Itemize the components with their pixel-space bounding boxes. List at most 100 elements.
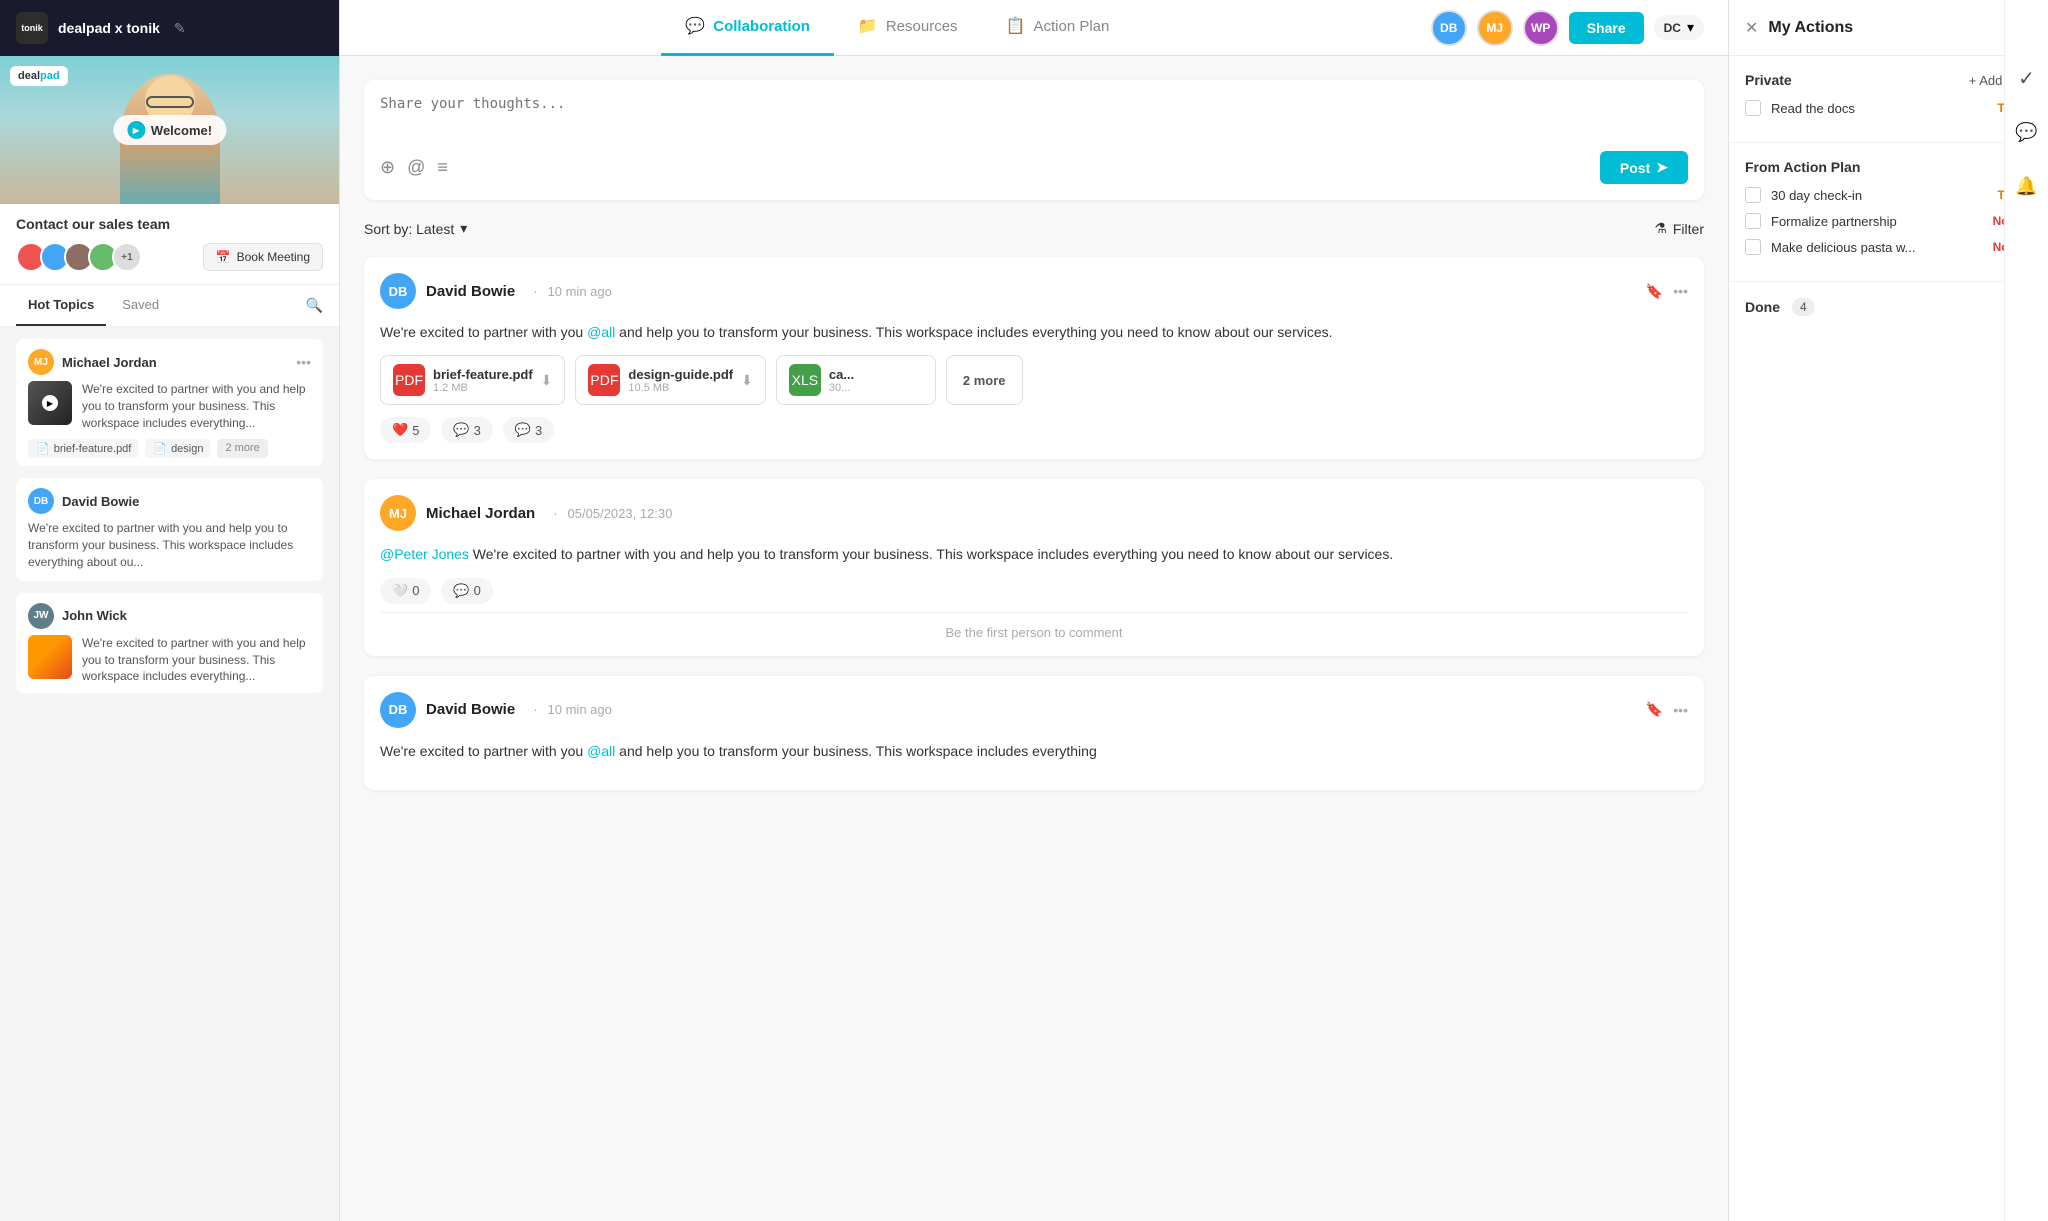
download-icon[interactable]: ⬇ <box>541 372 553 389</box>
list-icon[interactable]: ≡ <box>437 157 448 178</box>
avatar: DB <box>380 273 416 309</box>
post-time: 05/05/2023, 12:30 <box>568 506 673 521</box>
att-size: 10.5 MB <box>628 382 733 394</box>
side-icons-bar: ✓ 💬 🔔 <box>2004 0 2048 1221</box>
done-title: Done <box>1745 299 1780 315</box>
post-thumbnail <box>28 635 72 679</box>
avatar: JW <box>28 603 54 629</box>
play-icon[interactable]: ▶ <box>127 121 145 139</box>
app-title: dealpad x tonik <box>58 20 160 36</box>
att-name: brief-feature.pdf <box>433 367 533 382</box>
chat-icon[interactable]: 💬 <box>2009 114 2045 150</box>
sort-button[interactable]: Sort by: Latest ▾ <box>364 220 467 237</box>
action-label: Read the docs <box>1771 101 1988 116</box>
done-section[interactable]: Done 4 ▾ <box>1729 281 2048 332</box>
compose-box: ⊕ @ ≡ Post ➤ <box>364 80 1704 200</box>
edit-icon[interactable]: ✎ <box>174 20 186 37</box>
more-attachments[interactable]: 2 more <box>946 355 1023 405</box>
sidebar-posts-list: MJ Michael Jordan ••• ▶ We're excited to… <box>0 327 339 1221</box>
att-size: 1.2 MB <box>433 382 533 394</box>
pdf-icon: PDF <box>588 364 620 396</box>
list-item[interactable]: MJ Michael Jordan ••• ▶ We're excited to… <box>16 339 323 466</box>
post-button[interactable]: Post ➤ <box>1600 151 1688 184</box>
action-checkbox[interactable] <box>1745 239 1761 255</box>
post-menu-icon[interactable]: ••• <box>296 354 311 370</box>
att-name: design-guide.pdf <box>628 367 733 382</box>
filter-button[interactable]: ⚗ Filter <box>1654 220 1704 237</box>
post-time: 10 min ago <box>548 284 612 299</box>
file-icon: XLS <box>789 364 821 396</box>
tab-resources[interactable]: 📁 Resources <box>834 0 982 56</box>
private-section: Private + Add New Read the docs Today <box>1729 56 2048 143</box>
search-icon[interactable]: 🔍 <box>306 297 323 314</box>
list-item[interactable]: DB David Bowie We're excited to partner … <box>16 478 323 580</box>
post-body: We're excited to partner with you @all a… <box>380 740 1688 762</box>
header-avatar-1: DB <box>1431 10 1467 46</box>
reaction-heart[interactable]: 🤍 0 <box>380 578 431 604</box>
more-options-icon[interactable]: ••• <box>1673 702 1688 718</box>
list-item[interactable]: JW John Wick We're excited to partner wi… <box>16 593 323 693</box>
bookmark-icon[interactable]: 🔖 <box>1646 701 1663 718</box>
attachment-item[interactable]: XLS ca... 30... <box>776 355 936 405</box>
share-button[interactable]: Share <box>1569 12 1644 44</box>
left-sidebar: tonik dealpad x tonik ✎ dealpad ▶ Welcom… <box>0 0 340 1221</box>
calendar-icon: 📅 <box>216 250 231 264</box>
dealpad-logo: dealpad <box>10 66 68 86</box>
check-circle-icon[interactable]: ✓ <box>2009 60 2045 96</box>
avatar-plus: +1 <box>112 242 142 272</box>
action-label: Make delicious pasta w... <box>1771 240 1983 255</box>
collaboration-area: ⊕ @ ≡ Post ➤ Sort by: Latest ▾ ⚗ Filter <box>340 56 1728 1221</box>
bookmark-icon[interactable]: 🔖 <box>1646 283 1663 300</box>
mention-icon[interactable]: @ <box>407 157 425 178</box>
post-card: DB David Bowie · 10 min ago 🔖 ••• We're … <box>364 676 1704 790</box>
action-checkbox[interactable] <box>1745 213 1761 229</box>
header-right: DB MJ WP Share DC ▾ <box>1431 10 1704 46</box>
tab-hot-topics[interactable]: Hot Topics <box>16 285 106 326</box>
action-item: Make delicious pasta w... Nov 23 <box>1745 239 2032 255</box>
action-checkbox[interactable] <box>1745 100 1761 116</box>
reaction-view[interactable]: 💬 3 <box>503 417 554 443</box>
action-label: 30 day check-in <box>1771 188 1988 203</box>
post-author: Michael Jordan <box>426 505 535 522</box>
compose-input[interactable] <box>380 96 1688 136</box>
first-comment: Be the first person to comment <box>380 612 1688 640</box>
post-time: 10 min ago <box>548 702 612 717</box>
file-badge: 📄design <box>145 439 211 458</box>
plus-icon[interactable]: ⊕ <box>380 157 395 178</box>
attachment-item[interactable]: PDF design-guide.pdf 10.5 MB ⬇ <box>575 355 765 405</box>
done-count: 4 <box>1792 298 1815 316</box>
bell-icon[interactable]: 🔔 <box>2009 168 2045 204</box>
header-avatar-2: MJ <box>1477 10 1513 46</box>
panel-header: ✕ My Actions <box>1729 0 2048 56</box>
reaction-comment[interactable]: 💬 3 <box>441 417 492 443</box>
hero-banner: dealpad ▶ Welcome! <box>0 56 339 204</box>
post-author: John Wick <box>62 608 127 623</box>
att-size: 30... <box>829 382 923 394</box>
right-panel: ✕ My Actions Private + Add New Read the … <box>1728 0 2048 1221</box>
close-panel-button[interactable]: ✕ <box>1745 18 1758 38</box>
sort-chevron-icon: ▾ <box>460 220 467 237</box>
action-plan-icon: 📋 <box>1006 16 1026 36</box>
avatar: MJ <box>28 349 54 375</box>
attachment-item[interactable]: PDF brief-feature.pdf 1.2 MB ⬇ <box>380 355 565 405</box>
main-header: 💬 Collaboration 📁 Resources 📋 Action Pla… <box>340 0 1728 56</box>
more-options-icon[interactable]: ••• <box>1673 283 1688 299</box>
sidebar-tabs: Hot Topics Saved 🔍 <box>0 285 339 327</box>
app-topbar: tonik dealpad x tonik ✎ <box>0 0 339 56</box>
contact-section: Contact our sales team +1 📅 Book Meeting <box>0 204 339 285</box>
post-separator: · <box>553 506 557 521</box>
pdf-icon: PDF <box>393 364 425 396</box>
header-avatar-3: WP <box>1523 10 1559 46</box>
tab-collaboration[interactable]: 💬 Collaboration <box>661 0 834 56</box>
reaction-comment[interactable]: 💬 0 <box>441 578 492 604</box>
tab-saved[interactable]: Saved <box>110 285 171 326</box>
user-chip[interactable]: DC ▾ <box>1654 15 1704 40</box>
post-body: We're excited to partner with you @all a… <box>380 321 1688 343</box>
main-content: 💬 Collaboration 📁 Resources 📋 Action Pla… <box>340 0 1728 1221</box>
book-meeting-button[interactable]: 📅 Book Meeting <box>203 243 323 271</box>
download-icon[interactable]: ⬇ <box>741 372 753 389</box>
action-checkbox[interactable] <box>1745 187 1761 203</box>
mention: @Peter Jones <box>380 546 469 562</box>
tab-action-plan[interactable]: 📋 Action Plan <box>982 0 1134 56</box>
reaction-heart[interactable]: ❤️ 5 <box>380 417 431 443</box>
